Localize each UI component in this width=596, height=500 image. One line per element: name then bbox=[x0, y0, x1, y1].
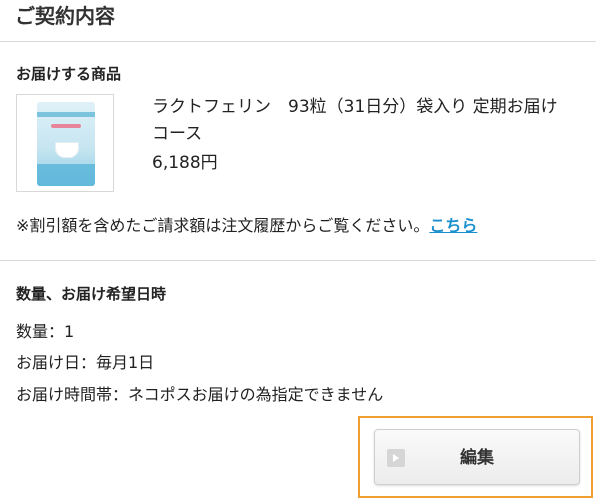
delivery-day-value: お届け日：毎月1日 bbox=[16, 353, 155, 372]
edit-button-label: 編集 bbox=[460, 448, 494, 468]
edit-button[interactable]: 編集 bbox=[374, 429, 580, 485]
page-title: ご契約内容 bbox=[15, 4, 115, 28]
product-thumbnail bbox=[16, 94, 114, 192]
billing-notice: ※割引額を含めたご請求額は注文履歴からご覧ください。こちら bbox=[16, 214, 477, 238]
section-divider bbox=[0, 260, 596, 261]
title-divider bbox=[0, 41, 596, 42]
product-price: 6,188円 bbox=[152, 153, 218, 173]
order-history-link[interactable]: こちら bbox=[429, 216, 477, 235]
product-name: ラクトフェリン 93粒（31日分）袋入り 定期お届けコース bbox=[152, 97, 558, 144]
delivery-section-heading: 数量、お届け希望日時 bbox=[16, 285, 167, 303]
time-slot-value: お届け時間帯：ネコポスお届けの為指定できません bbox=[16, 385, 384, 404]
quantity-value: 数量：1 bbox=[16, 322, 75, 341]
product-section-heading: お届けする商品 bbox=[16, 65, 122, 83]
product-pouch-image bbox=[37, 102, 95, 186]
billing-notice-text: ※割引額を含めたご請求額は注文履歴からご覧ください。 bbox=[16, 216, 430, 235]
